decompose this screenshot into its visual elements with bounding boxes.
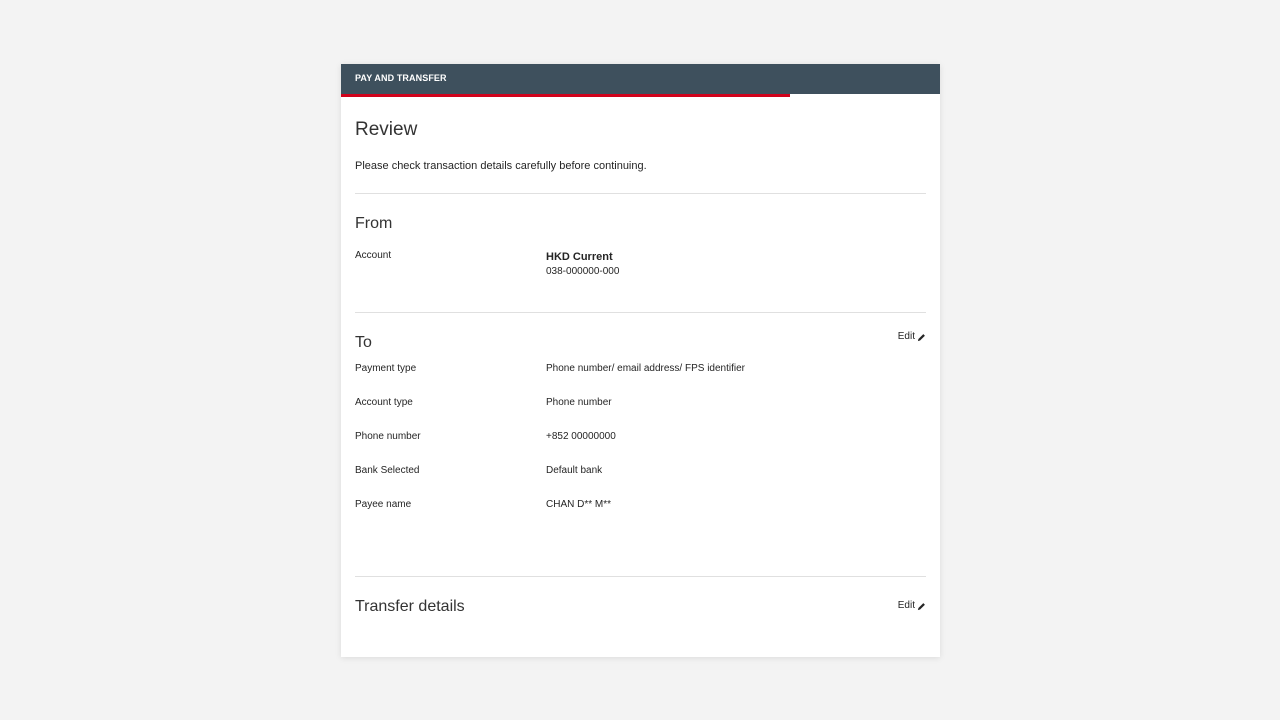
pencil-icon <box>917 602 925 610</box>
detail-row: Payment type Phone number/ email address/… <box>355 363 926 375</box>
to-section: To Edit Payment type Phone number/ email … <box>355 313 926 511</box>
from-title: From <box>355 215 393 232</box>
detail-value: Default bank <box>546 465 603 476</box>
detail-label: Payment type <box>355 363 417 374</box>
edit-label: Edit <box>897 331 915 342</box>
transfer-edit-button[interactable]: Edit <box>898 600 926 612</box>
intro-text: Please check transaction details careful… <box>355 160 647 172</box>
to-details-list: Payment type Phone number/ email address/… <box>355 363 926 511</box>
from-account-name: HKD Current <box>546 251 613 263</box>
to-edit-button[interactable]: Edit <box>898 331 926 343</box>
transfer-section: Transfer details Edit <box>355 577 926 617</box>
edit-label: Edit <box>897 600 915 611</box>
from-account-row: Account HKD Current 038-000000-000 <box>355 250 926 278</box>
progress-bar-fill <box>341 94 791 97</box>
header-title: PAY AND TRANSFER <box>355 73 447 83</box>
progress-bar <box>341 94 940 97</box>
detail-value: Phone number/ email address/ FPS identif… <box>546 363 745 374</box>
detail-label: Payee name <box>355 499 412 510</box>
transfer-title: Transfer details <box>355 598 465 615</box>
review-card: PAY AND TRANSFER Review Please check tra… <box>341 64 940 657</box>
detail-label: Bank Selected <box>355 465 420 476</box>
detail-row: Bank Selected Default bank <box>355 465 926 477</box>
from-section: From Account HKD Current 038-000000-000 <box>355 194 926 278</box>
page-header: PAY AND TRANSFER <box>341 64 940 94</box>
from-account-label: Account <box>355 250 392 261</box>
detail-value: CHAN D** M** <box>546 499 612 510</box>
detail-row: Account type Phone number <box>355 397 926 409</box>
to-title: To <box>355 334 372 351</box>
detail-row: Payee name CHAN D** M** <box>355 499 926 511</box>
detail-value: Phone number <box>546 397 612 408</box>
detail-value: +852 00000000 <box>546 431 616 442</box>
page-title: Review <box>355 119 418 140</box>
from-account-number: 038-000000-000 <box>546 266 620 277</box>
detail-row: Phone number +852 00000000 <box>355 431 926 443</box>
detail-label: Phone number <box>355 431 421 442</box>
pencil-icon <box>917 333 925 341</box>
detail-label: Account type <box>355 397 413 408</box>
